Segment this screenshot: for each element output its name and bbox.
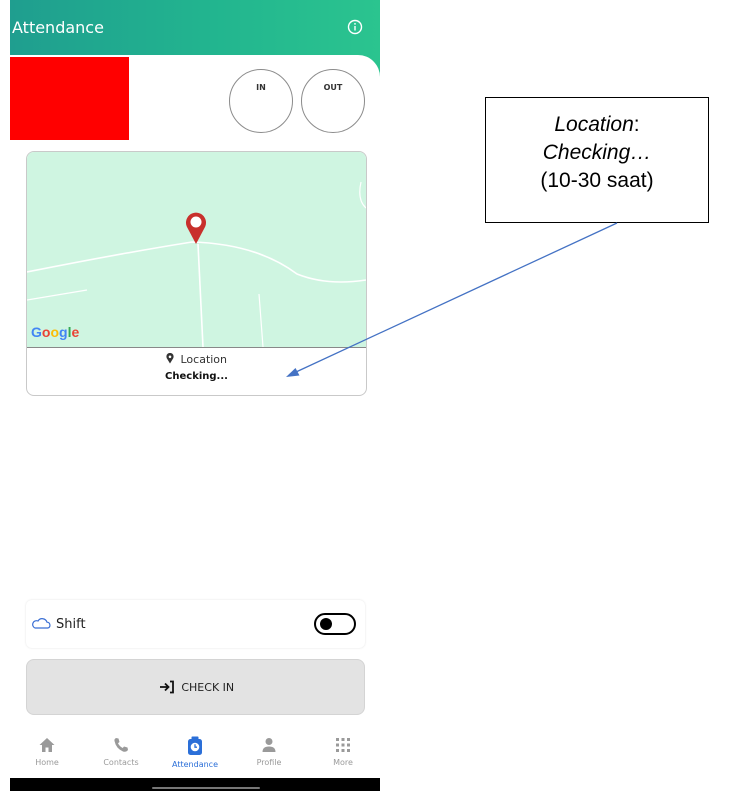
annotation-location-word: Location: [554, 113, 634, 136]
map-view[interactable]: Google: [27, 152, 366, 347]
check-in-button[interactable]: CHECK IN: [26, 659, 365, 715]
gesture-handle[interactable]: [152, 787, 260, 789]
person-icon: [262, 738, 276, 752]
map-card: Google Location Checking...: [26, 151, 367, 396]
bottom-nav: Home Contacts Attendance Profile More: [10, 730, 380, 778]
nav-more[interactable]: More: [313, 736, 373, 767]
location-row: Location: [27, 352, 366, 366]
redacted-box: [10, 57, 129, 140]
system-nav-bar: [10, 778, 380, 791]
map-roads: [27, 181, 366, 347]
cloud-icon: [32, 618, 51, 629]
annotation-colon: :: [633, 113, 640, 136]
sign-in-icon: [159, 680, 174, 694]
check-in-label: CHECK IN: [181, 681, 235, 694]
location-label: Location: [180, 353, 228, 366]
nav-profile[interactable]: Profile: [239, 736, 299, 767]
annotation-line-2: Checking…: [542, 141, 652, 164]
nav-contacts[interactable]: Contacts: [91, 736, 151, 767]
in-button[interactable]: IN: [229, 69, 293, 133]
phone-icon: [114, 738, 128, 752]
grid-icon: [336, 738, 350, 752]
shift-label: Shift: [56, 617, 86, 632]
info-circle-icon[interactable]: [347, 19, 363, 35]
map-divider: [27, 347, 366, 348]
nav-profile-label: Profile: [256, 758, 282, 767]
attendance-clock-icon: [188, 736, 202, 755]
out-button[interactable]: OUT: [301, 69, 365, 133]
google-logo: Google: [31, 324, 80, 340]
nav-contacts-label: Contacts: [103, 758, 139, 767]
nav-attendance[interactable]: Attendance: [165, 736, 225, 769]
shift-row: Shift: [26, 600, 365, 648]
nav-more-label: More: [333, 758, 353, 767]
annotation-callout: Location: Checking… (10-30 saat): [485, 97, 709, 223]
out-button-label: OUT: [323, 83, 343, 92]
phone-screen: Attendance IN OUT Google Location Checki…: [10, 0, 380, 791]
nav-attendance-label: Attendance: [172, 760, 218, 769]
toggle-knob: [320, 618, 332, 630]
annotation-line-1: Location:: [486, 111, 708, 139]
nav-home-label: Home: [35, 758, 59, 767]
shift-toggle[interactable]: [314, 613, 356, 635]
map-pin-icon: [186, 212, 206, 244]
location-status: Checking...: [165, 371, 228, 382]
page-title: Attendance: [12, 18, 104, 37]
in-button-label: IN: [256, 83, 266, 92]
home-icon: [39, 738, 55, 752]
location-pin-icon: [166, 352, 174, 364]
annotation-line-3: (10-30 saat): [540, 169, 654, 192]
nav-home[interactable]: Home: [17, 736, 77, 767]
